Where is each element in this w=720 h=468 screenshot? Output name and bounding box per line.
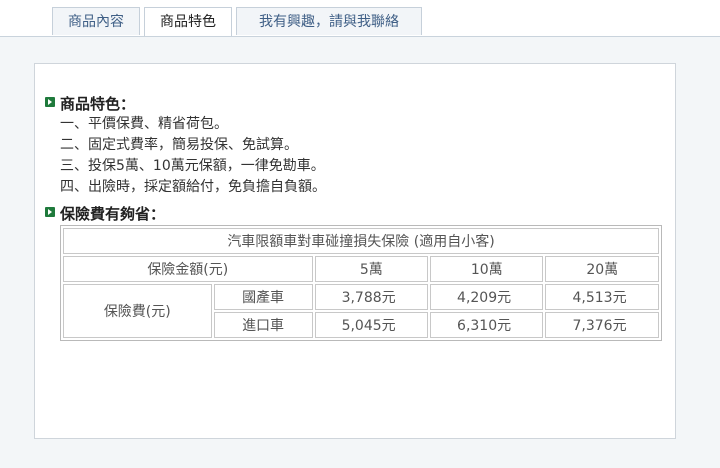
vehicle-type-cell: 進口車	[213, 312, 313, 338]
fee-cell: 7,376元	[545, 312, 659, 338]
premium-heading: 保險費有夠省：	[45, 203, 165, 224]
tab-bar: 商品內容 商品特色 我有興趣，請與我聯絡	[0, 0, 720, 37]
vehicle-type-cell: 國產車	[213, 284, 313, 310]
fee-cell: 5,045元	[314, 312, 429, 338]
premium-title: 保險費有夠省：	[60, 205, 166, 223]
feature-item: 二、固定式費率，簡易投保、免試算。	[60, 137, 298, 153]
table-row: 保險費(元) 國產車 3,788元 4,209元 4,513元	[63, 284, 659, 338]
feature-item: 四、出險時，採定額給付，免負擔自負額。	[60, 179, 326, 195]
fee-cell: 4,209元	[430, 284, 544, 310]
fee-cell: 3,788元	[314, 284, 429, 310]
tab-contact-me[interactable]: 我有興趣，請與我聯絡	[236, 7, 422, 35]
bullet-arrow-icon	[45, 97, 55, 107]
amount-label-cell: 保險金額(元)	[63, 256, 313, 282]
fee-cell: 6,310元	[430, 312, 544, 338]
amount-cell: 10萬	[430, 256, 544, 282]
bullet-arrow-icon	[45, 207, 55, 217]
table-caption: 汽車限額車對車碰撞損失保險 (適用自小客)	[63, 228, 659, 254]
fee-cell: 4,513元	[545, 284, 659, 310]
fee-label-cell: 保險費(元)	[63, 284, 212, 338]
amount-cell: 5萬	[314, 256, 429, 282]
table-row: 保險金額(元) 5萬 10萬 20萬	[63, 256, 659, 282]
features-heading: 商品特色：	[45, 93, 135, 114]
features-title: 商品特色：	[60, 95, 136, 113]
tab-product-content[interactable]: 商品內容	[52, 7, 140, 35]
tab-product-features[interactable]: 商品特色	[144, 7, 232, 36]
premium-table: 汽車限額車對車碰撞損失保險 (適用自小客) 保險金額(元) 5萬 10萬 20萬…	[60, 225, 662, 341]
feature-item: 三、投保5萬、10萬元保額，一律免勘車。	[60, 158, 325, 174]
amount-cell: 20萬	[545, 256, 659, 282]
feature-item: 一、平價保費、精省荷包。	[60, 116, 228, 132]
